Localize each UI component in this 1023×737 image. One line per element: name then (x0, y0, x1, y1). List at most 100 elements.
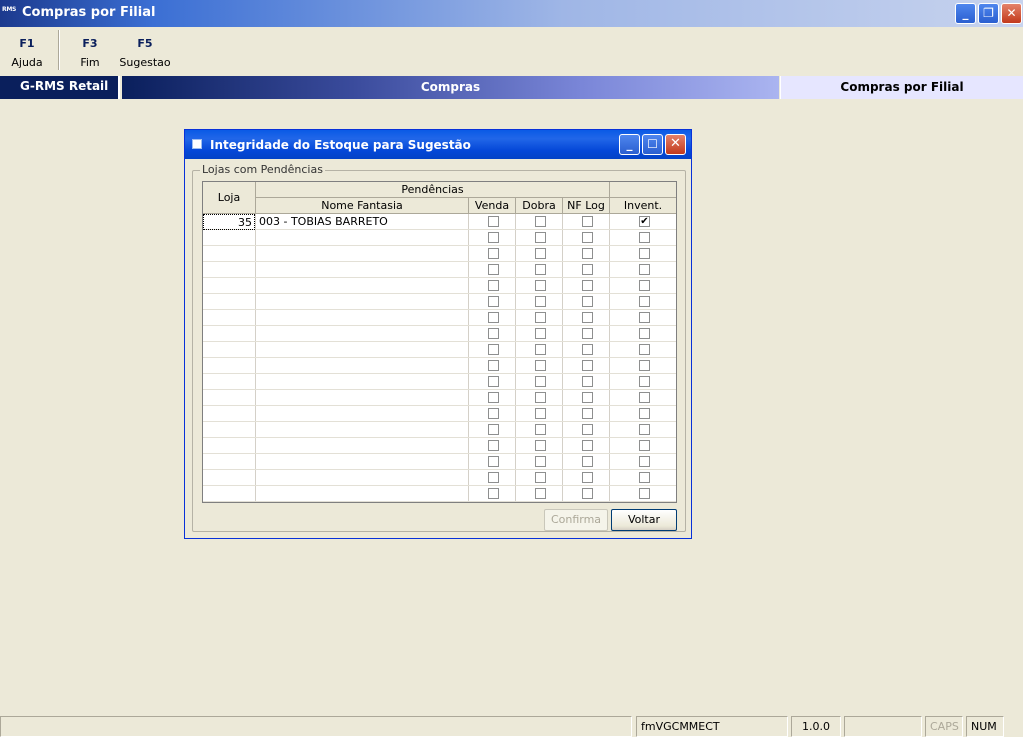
table-row[interactable] (203, 438, 676, 454)
cell-loja[interactable] (203, 262, 255, 278)
checkbox-invent[interactable] (639, 280, 650, 291)
checkbox-venda[interactable] (488, 264, 499, 275)
table-row[interactable] (203, 406, 676, 422)
checkbox-invent[interactable] (639, 312, 650, 323)
checkbox-venda[interactable] (488, 312, 499, 323)
exit-button[interactable]: F3 Fim (70, 27, 110, 69)
cell-loja[interactable] (203, 406, 255, 422)
cell-loja[interactable] (203, 374, 255, 390)
header-nome-fantasia[interactable]: Nome Fantasia (256, 198, 469, 214)
header-loja[interactable]: Loja (203, 182, 256, 214)
checkbox-nflog[interactable] (582, 456, 593, 467)
cell-loja[interactable] (203, 278, 255, 294)
checkbox-venda[interactable] (488, 472, 499, 483)
checkbox-nflog[interactable] (582, 296, 593, 307)
checkbox-nflog[interactable] (582, 328, 593, 339)
checkbox-dobra[interactable] (535, 280, 546, 291)
checkbox-dobra[interactable] (535, 312, 546, 323)
dialog-maximize-button[interactable]: ☐ (642, 134, 663, 155)
checkbox-dobra[interactable] (535, 296, 546, 307)
checkbox-dobra[interactable] (535, 216, 546, 227)
checkbox-nflog[interactable] (582, 424, 593, 435)
checkbox-invent[interactable] (639, 408, 650, 419)
checkbox-nflog[interactable] (582, 376, 593, 387)
checkbox-invent[interactable] (639, 360, 650, 371)
checkbox-invent[interactable] (639, 488, 650, 499)
cell-loja[interactable] (203, 294, 255, 310)
checkbox-nflog[interactable] (582, 440, 593, 451)
checkbox-nflog[interactable] (582, 248, 593, 259)
cell-loja[interactable] (203, 326, 255, 342)
cell-loja[interactable] (203, 358, 255, 374)
checkbox-invent[interactable] (639, 232, 650, 243)
table-row[interactable] (203, 374, 676, 390)
checkbox-dobra[interactable] (535, 248, 546, 259)
checkbox-dobra[interactable] (535, 456, 546, 467)
pending-stores-grid[interactable]: Loja Pendências Nome Fantasia Venda Dobr… (202, 181, 677, 503)
cell-loja[interactable] (203, 454, 255, 470)
close-button[interactable]: ✕ (1001, 3, 1022, 24)
checkbox-dobra[interactable] (535, 440, 546, 451)
checkbox-invent[interactable]: ✔ (639, 216, 650, 227)
checkbox-nflog[interactable] (582, 280, 593, 291)
table-row[interactable] (203, 230, 676, 246)
checkbox-dobra[interactable] (535, 488, 546, 499)
checkbox-invent[interactable] (639, 344, 650, 355)
checkbox-invent[interactable] (639, 328, 650, 339)
cell-loja[interactable] (203, 310, 255, 326)
checkbox-venda[interactable] (488, 488, 499, 499)
cell-loja[interactable] (203, 486, 255, 502)
header-venda[interactable]: Venda (469, 198, 516, 214)
back-button[interactable]: Voltar (611, 509, 677, 531)
checkbox-nflog[interactable] (582, 408, 593, 419)
help-button[interactable]: F1 Ajuda (6, 27, 48, 69)
table-row[interactable] (203, 262, 676, 278)
checkbox-venda[interactable] (488, 360, 499, 371)
checkbox-venda[interactable] (488, 296, 499, 307)
checkbox-dobra[interactable] (535, 360, 546, 371)
confirm-button[interactable]: Confirma (544, 509, 608, 531)
checkbox-dobra[interactable] (535, 264, 546, 275)
table-row[interactable] (203, 358, 676, 374)
minimize-button[interactable]: _ (955, 3, 976, 24)
checkbox-invent[interactable] (639, 296, 650, 307)
suggestion-button[interactable]: F5 Sugestao (118, 27, 172, 69)
checkbox-venda[interactable] (488, 424, 499, 435)
table-row[interactable] (203, 470, 676, 486)
table-row[interactable] (203, 486, 676, 502)
checkbox-nflog[interactable] (582, 488, 593, 499)
checkbox-invent[interactable] (639, 248, 650, 259)
checkbox-venda[interactable] (488, 216, 499, 227)
table-row[interactable] (203, 246, 676, 262)
checkbox-dobra[interactable] (535, 392, 546, 403)
checkbox-dobra[interactable] (535, 232, 546, 243)
cell-loja[interactable] (203, 390, 255, 406)
cell-loja[interactable]: 35 (203, 214, 255, 230)
checkbox-invent[interactable] (639, 392, 650, 403)
checkbox-dobra[interactable] (535, 408, 546, 419)
checkbox-invent[interactable] (639, 456, 650, 467)
checkbox-invent[interactable] (639, 376, 650, 387)
checkbox-venda[interactable] (488, 344, 499, 355)
checkbox-venda[interactable] (488, 280, 499, 291)
checkbox-dobra[interactable] (535, 376, 546, 387)
title-bar[interactable]: RMS Compras por Filial _ ❐ ✕ (0, 0, 1023, 27)
table-row[interactable] (203, 342, 676, 358)
checkbox-nflog[interactable] (582, 216, 593, 227)
checkbox-venda[interactable] (488, 456, 499, 467)
checkbox-dobra[interactable] (535, 424, 546, 435)
restore-button[interactable]: ❐ (978, 3, 999, 24)
table-row[interactable] (203, 278, 676, 294)
checkbox-dobra[interactable] (535, 344, 546, 355)
table-row[interactable]: 35 003 - TOBIAS BARRETO ✔ (203, 214, 676, 230)
cell-loja[interactable] (203, 470, 255, 486)
checkbox-venda[interactable] (488, 248, 499, 259)
table-row[interactable] (203, 326, 676, 342)
header-dobra[interactable]: Dobra (516, 198, 563, 214)
cell-loja[interactable] (203, 246, 255, 262)
checkbox-nflog[interactable] (582, 344, 593, 355)
checkbox-dobra[interactable] (535, 472, 546, 483)
checkbox-nflog[interactable] (582, 392, 593, 403)
checkbox-dobra[interactable] (535, 328, 546, 339)
checkbox-venda[interactable] (488, 232, 499, 243)
